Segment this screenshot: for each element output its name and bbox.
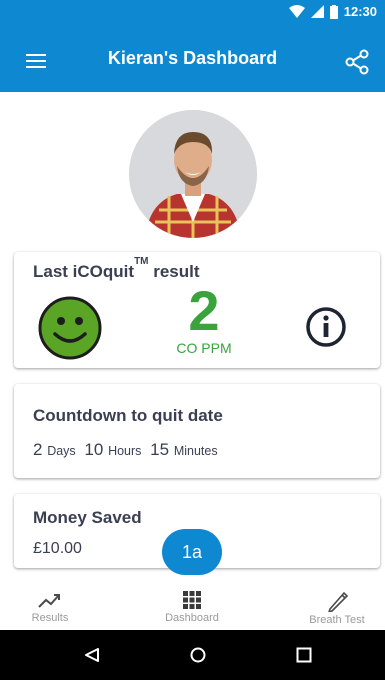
status-bar: 12:30: [0, 0, 385, 24]
page-title: Kieran's Dashboard: [107, 48, 278, 68]
nav-breath-test-label: Breath Test: [309, 614, 365, 626]
app-bar: Kieran's Dashboard: [0, 24, 385, 92]
info-icon[interactable]: [304, 305, 348, 349]
pen-icon: [328, 591, 349, 612]
back-icon[interactable]: [84, 647, 100, 663]
grid-icon: [183, 591, 201, 609]
smiley-icon: [38, 296, 102, 360]
co-ppm-unit: CO PPM: [176, 340, 232, 356]
co-ppm-value: 2: [188, 279, 220, 342]
status-time: 12:30: [343, 4, 377, 19]
minutes-value: 15: [150, 440, 170, 459]
annotation-badge: 1a: [162, 529, 222, 575]
result-card[interactable]: Last iCOquitTM result 2 CO PPM: [14, 252, 380, 368]
nav-results[interactable]: Results: [10, 578, 90, 630]
nav-results-label: Results: [31, 612, 69, 624]
system-nav-bar: [0, 630, 385, 680]
nav-dashboard[interactable]: Dashboard: [152, 578, 232, 630]
minutes-label: Minutes: [173, 444, 218, 458]
countdown-card[interactable]: Countdown to quit date 2 Days 10 Hours 1…: [14, 384, 380, 478]
countdown-card-title: Countdown to quit date: [33, 406, 223, 425]
share-icon[interactable]: [343, 48, 371, 76]
nav-breath-test[interactable]: Breath Test: [292, 578, 382, 630]
recents-icon[interactable]: [296, 647, 312, 663]
days-label: Days: [47, 444, 76, 458]
trending-icon: [38, 594, 60, 608]
battery-icon: [329, 4, 338, 19]
days-value: 2: [33, 440, 43, 459]
nav-dashboard-label: Dashboard: [165, 612, 219, 624]
avatar[interactable]: [129, 110, 257, 238]
signal-icon: [310, 5, 324, 18]
hours-label: Hours: [108, 444, 142, 458]
wifi-icon: [288, 5, 305, 18]
bottom-nav: Results Dashboard Breath Test: [0, 578, 385, 630]
home-icon[interactable]: [190, 647, 206, 663]
money-saved-value: £10.00: [33, 540, 82, 557]
hours-value: 10: [84, 440, 104, 459]
money-saved-title: Money Saved: [33, 508, 142, 527]
countdown-values: 2 Days 10 Hours 15 Minutes: [33, 440, 222, 460]
